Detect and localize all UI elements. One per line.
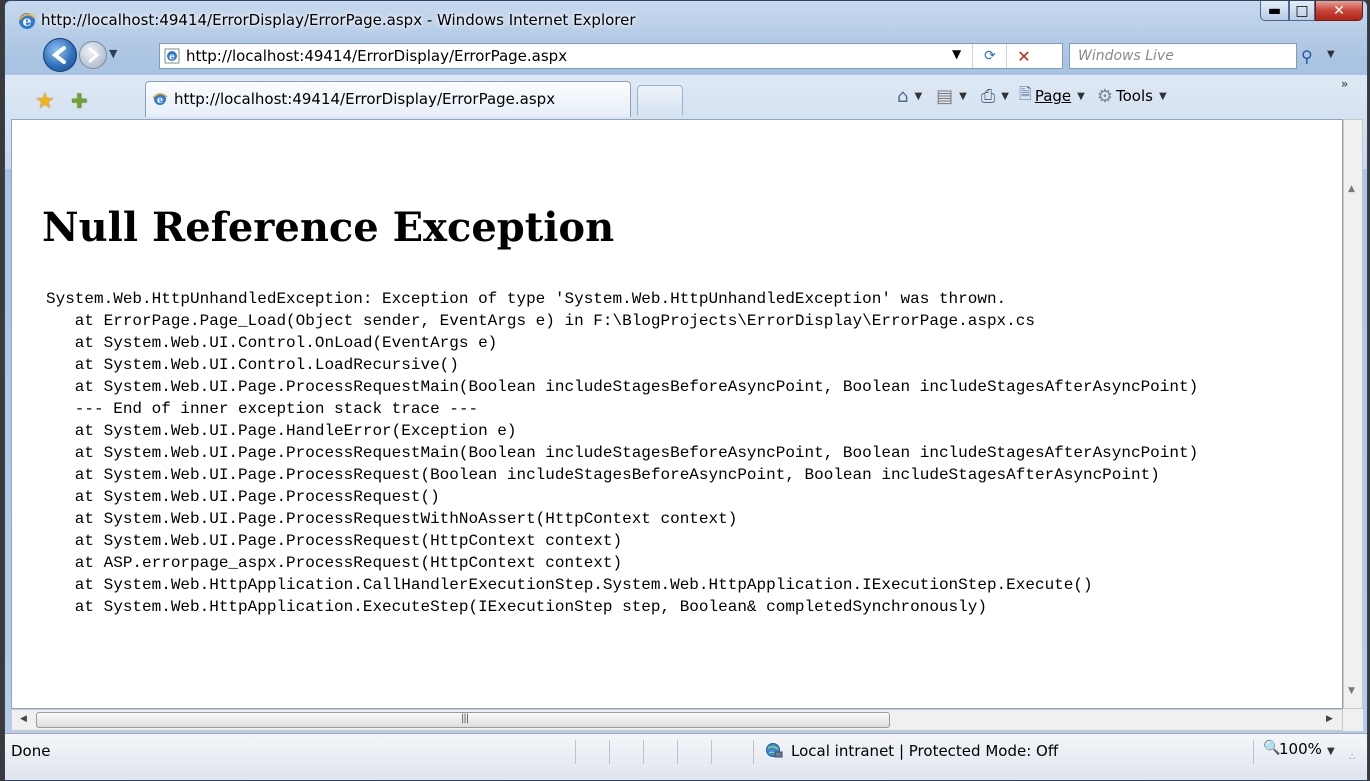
minimize-icon: ▬: [1267, 2, 1282, 19]
stack-line: at System.Web.UI.Control.OnLoad(EventArg…: [46, 334, 498, 352]
stack-line: at System.Web.UI.Page.ProcessRequest(): [46, 488, 440, 506]
home-icon: ⌂: [897, 85, 909, 107]
stack-line: at ErrorPage.Page_Load(Object sender, Ev…: [46, 312, 1035, 330]
tools-menu[interactable]: ⚙ Tools ▼: [1097, 86, 1167, 107]
close-icon: ✕: [1333, 2, 1345, 19]
scroll-right-icon[interactable]: ▶: [1326, 714, 1333, 724]
scroll-left-icon[interactable]: ◀: [20, 714, 27, 724]
recent-pages-dropdown[interactable]: ▼: [109, 47, 117, 60]
search-input[interactable]: Windows Live: [1069, 43, 1297, 69]
new-tab-button[interactable]: [637, 85, 683, 115]
page-menu-dropdown[interactable]: ▼: [1077, 91, 1085, 102]
status-bar: Done Local intranet | Protected Mode: Of…: [5, 733, 1367, 780]
stack-line: at System.Web.UI.Page.ProcessRequestMain…: [46, 378, 1199, 396]
page-favicon-icon: e: [164, 48, 180, 64]
chevron-more-icon[interactable]: »: [1341, 77, 1348, 91]
print-icon: ⎙: [980, 85, 996, 107]
search-button[interactable]: ⚲: [1301, 47, 1313, 66]
vertical-scrollbar[interactable]: ▲ ▼: [1343, 119, 1363, 709]
feeds-button[interactable]: ▤ ▼: [936, 86, 967, 107]
page-menu[interactable]: 🗎 Page ▼: [1019, 83, 1085, 110]
favorites-star-icon[interactable]: ★: [35, 89, 55, 114]
stack-line: at System.Web.UI.Control.LoadRecursive(): [46, 356, 459, 374]
close-button[interactable]: ✕: [1315, 1, 1363, 21]
grip-icon: |||: [461, 713, 469, 724]
forward-button[interactable]: [79, 41, 107, 69]
refresh-icon: ⟳: [984, 48, 996, 64]
search-options-dropdown[interactable]: ▼: [1327, 49, 1335, 60]
address-bar[interactable]: e http://localhost:49414/ErrorDisplay/Er…: [159, 43, 1063, 69]
maximize-button[interactable]: □: [1289, 1, 1315, 21]
back-button[interactable]: [43, 38, 77, 72]
svg-text:e: e: [169, 53, 175, 63]
tab-label: http://localhost:49414/ErrorDisplay/Erro…: [174, 90, 556, 108]
feeds-dropdown[interactable]: ▼: [959, 91, 967, 102]
address-url[interactable]: http://localhost:49414/ErrorDisplay/Erro…: [186, 47, 567, 65]
stack-line: at System.Web.UI.Page.ProcessRequestMain…: [46, 444, 1199, 462]
page-menu-label: Page: [1034, 87, 1072, 105]
status-divider: [643, 740, 644, 764]
forward-arrow-icon: [88, 47, 100, 63]
command-bar: ⌂ ▼ ▤ ▼ ⎙ ▼ 🗎 Page ▼ ⚙ Tools ▼: [897, 83, 1167, 109]
status-text: Done: [11, 742, 51, 760]
back-arrow-icon: [51, 46, 66, 64]
zoom-dropdown[interactable]: ▼: [1327, 746, 1335, 757]
title-bar: e http://localhost:49414/ErrorDisplay/Er…: [5, 1, 1367, 35]
print-dropdown[interactable]: ▼: [1001, 91, 1009, 102]
status-divider: [609, 740, 610, 764]
maximize-icon: □: [1295, 2, 1309, 19]
window-title: http://localhost:49414/ErrorDisplay/Erro…: [41, 11, 636, 29]
security-zone[interactable]: Local intranet | Protected Mode: Off: [791, 742, 1058, 760]
stack-line: --- End of inner exception stack trace -…: [46, 400, 479, 418]
stack-line: at System.Web.UI.Page.ProcessRequest(Boo…: [46, 466, 1160, 484]
status-divider: [753, 740, 754, 764]
tools-menu-dropdown[interactable]: ▼: [1159, 91, 1167, 102]
search-placeholder: Windows Live: [1078, 48, 1174, 64]
gear-icon: ⚙: [1096, 85, 1114, 107]
stop-icon: ✕: [1017, 46, 1031, 66]
home-dropdown[interactable]: ▼: [914, 91, 922, 102]
status-divider: [575, 740, 576, 764]
scrollbar-corner: [1343, 709, 1363, 731]
home-button[interactable]: ⌂ ▼: [897, 86, 922, 107]
stack-line: at System.Web.HttpApplication.CallHandle…: [46, 576, 1093, 594]
svg-text:e: e: [157, 95, 163, 106]
address-dropdown[interactable]: ▼: [952, 47, 961, 61]
status-divider: [677, 740, 678, 764]
page-title: Null Reference Exception: [42, 204, 615, 251]
window-controls: ▬ □ ✕: [1260, 1, 1363, 21]
zoom-icon: 🔍: [1263, 740, 1281, 756]
horizontal-scroll-thumb[interactable]: |||: [36, 712, 890, 728]
minimize-button[interactable]: ▬: [1260, 1, 1289, 21]
intranet-globe-icon: [766, 743, 783, 758]
feeds-icon: ▤: [936, 85, 954, 107]
stack-line: at System.Web.HttpApplication.ExecuteSte…: [46, 598, 987, 616]
stack-line: System.Web.HttpUnhandledException: Excep…: [46, 290, 1007, 308]
resize-grip-icon[interactable]: ∴: [1349, 752, 1355, 763]
search-icon: ⚲: [1301, 47, 1313, 66]
tab-current[interactable]: e http://localhost:49414/ErrorDisplay/Er…: [145, 81, 631, 117]
status-divider: [711, 740, 712, 764]
navigation-bar: ▼ e http://localhost:49414/ErrorDisplay/…: [5, 35, 1367, 75]
stack-line: at System.Web.UI.Page.ProcessRequest(Htt…: [46, 532, 623, 550]
stop-button[interactable]: ✕: [1006, 44, 1041, 68]
tab-favicon-icon: e: [152, 93, 168, 106]
add-favorite-icon[interactable]: ✚: [71, 89, 88, 113]
browser-window: e http://localhost:49414/ErrorDisplay/Er…: [4, 0, 1368, 781]
scroll-up-icon[interactable]: ▲: [1348, 184, 1355, 194]
horizontal-scrollbar[interactable]: ◀ ||| ▶: [11, 709, 1343, 731]
stack-line: at System.Web.UI.Page.HandleError(Except…: [46, 422, 517, 440]
refresh-button[interactable]: ⟳: [972, 44, 1007, 68]
tools-menu-label: Tools: [1116, 87, 1153, 105]
page-icon: 🗎: [1018, 83, 1032, 103]
ie-logo-icon: e: [18, 13, 36, 30]
stack-line: at System.Web.UI.Page.ProcessRequestWith…: [46, 510, 738, 528]
print-button[interactable]: ⎙ ▼: [981, 86, 1009, 107]
scroll-down-icon[interactable]: ▼: [1348, 686, 1355, 696]
zoom-level[interactable]: 100%: [1279, 740, 1322, 758]
page-viewport: Null Reference Exception System.Web.Http…: [11, 119, 1343, 709]
stack-trace: System.Web.HttpUnhandledException: Excep…: [46, 288, 1198, 618]
stack-line: at ASP.errorpage_aspx.ProcessRequest(Htt…: [46, 554, 623, 572]
status-divider: [1253, 740, 1254, 764]
